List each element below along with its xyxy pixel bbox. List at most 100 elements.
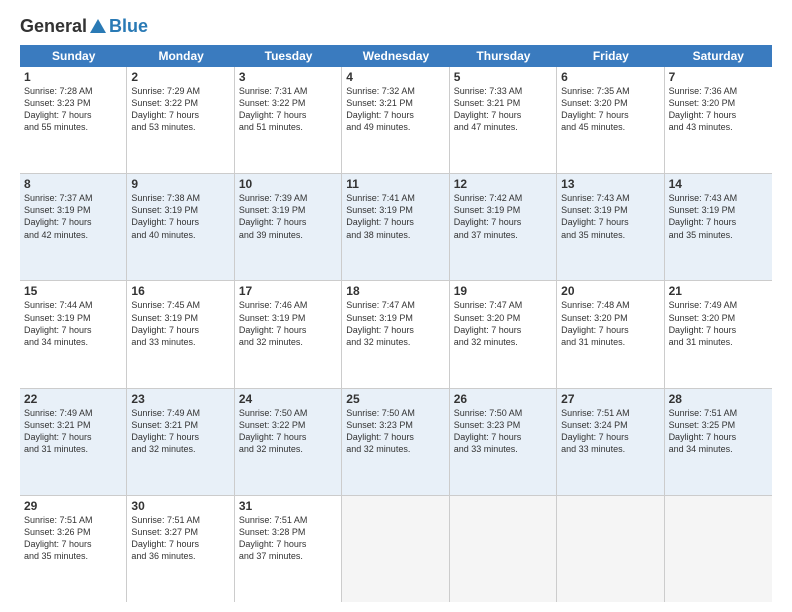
calendar-header: SundayMondayTuesdayWednesdayThursdayFrid… (20, 45, 772, 67)
day-detail: Sunrise: 7:32 AMSunset: 3:21 PMDaylight:… (346, 85, 444, 134)
calendar-row-2: 8Sunrise: 7:37 AMSunset: 3:19 PMDaylight… (20, 174, 772, 281)
empty-cell (342, 496, 449, 602)
logo-blue: Blue (109, 16, 148, 37)
day-detail: Sunrise: 7:31 AMSunset: 3:22 PMDaylight:… (239, 85, 337, 134)
day-cell-10: 10Sunrise: 7:39 AMSunset: 3:19 PMDayligh… (235, 174, 342, 280)
day-cell-15: 15Sunrise: 7:44 AMSunset: 3:19 PMDayligh… (20, 281, 127, 387)
day-detail: Sunrise: 7:51 AMSunset: 3:26 PMDaylight:… (24, 514, 122, 563)
day-cell-27: 27Sunrise: 7:51 AMSunset: 3:24 PMDayligh… (557, 389, 664, 495)
day-cell-1: 1Sunrise: 7:28 AMSunset: 3:23 PMDaylight… (20, 67, 127, 173)
day-number: 31 (239, 499, 337, 513)
day-detail: Sunrise: 7:45 AMSunset: 3:19 PMDaylight:… (131, 299, 229, 348)
day-number: 10 (239, 177, 337, 191)
day-detail: Sunrise: 7:50 AMSunset: 3:23 PMDaylight:… (346, 407, 444, 456)
day-number: 14 (669, 177, 768, 191)
day-number: 21 (669, 284, 768, 298)
page: General Blue SundayMondayTuesdayWednesda… (0, 0, 792, 612)
day-detail: Sunrise: 7:51 AMSunset: 3:24 PMDaylight:… (561, 407, 659, 456)
day-number: 7 (669, 70, 768, 84)
empty-cell (557, 496, 664, 602)
day-detail: Sunrise: 7:48 AMSunset: 3:20 PMDaylight:… (561, 299, 659, 348)
day-cell-23: 23Sunrise: 7:49 AMSunset: 3:21 PMDayligh… (127, 389, 234, 495)
day-detail: Sunrise: 7:51 AMSunset: 3:25 PMDaylight:… (669, 407, 768, 456)
day-number: 19 (454, 284, 552, 298)
day-cell-31: 31Sunrise: 7:51 AMSunset: 3:28 PMDayligh… (235, 496, 342, 602)
day-number: 9 (131, 177, 229, 191)
day-cell-18: 18Sunrise: 7:47 AMSunset: 3:19 PMDayligh… (342, 281, 449, 387)
day-cell-6: 6Sunrise: 7:35 AMSunset: 3:20 PMDaylight… (557, 67, 664, 173)
day-cell-24: 24Sunrise: 7:50 AMSunset: 3:22 PMDayligh… (235, 389, 342, 495)
day-number: 26 (454, 392, 552, 406)
day-detail: Sunrise: 7:46 AMSunset: 3:19 PMDaylight:… (239, 299, 337, 348)
day-cell-19: 19Sunrise: 7:47 AMSunset: 3:20 PMDayligh… (450, 281, 557, 387)
day-detail: Sunrise: 7:29 AMSunset: 3:22 PMDaylight:… (131, 85, 229, 134)
day-cell-17: 17Sunrise: 7:46 AMSunset: 3:19 PMDayligh… (235, 281, 342, 387)
day-number: 23 (131, 392, 229, 406)
calendar-row-1: 1Sunrise: 7:28 AMSunset: 3:23 PMDaylight… (20, 67, 772, 174)
day-number: 18 (346, 284, 444, 298)
day-number: 30 (131, 499, 229, 513)
header-day-friday: Friday (557, 45, 664, 67)
day-detail: Sunrise: 7:28 AMSunset: 3:23 PMDaylight:… (24, 85, 122, 134)
day-number: 11 (346, 177, 444, 191)
day-detail: Sunrise: 7:36 AMSunset: 3:20 PMDaylight:… (669, 85, 768, 134)
day-detail: Sunrise: 7:50 AMSunset: 3:23 PMDaylight:… (454, 407, 552, 456)
day-detail: Sunrise: 7:49 AMSunset: 3:21 PMDaylight:… (24, 407, 122, 456)
day-detail: Sunrise: 7:37 AMSunset: 3:19 PMDaylight:… (24, 192, 122, 241)
day-cell-7: 7Sunrise: 7:36 AMSunset: 3:20 PMDaylight… (665, 67, 772, 173)
day-number: 28 (669, 392, 768, 406)
header-day-saturday: Saturday (665, 45, 772, 67)
calendar-row-5: 29Sunrise: 7:51 AMSunset: 3:26 PMDayligh… (20, 496, 772, 602)
calendar-row-4: 22Sunrise: 7:49 AMSunset: 3:21 PMDayligh… (20, 389, 772, 496)
day-cell-2: 2Sunrise: 7:29 AMSunset: 3:22 PMDaylight… (127, 67, 234, 173)
day-cell-22: 22Sunrise: 7:49 AMSunset: 3:21 PMDayligh… (20, 389, 127, 495)
day-detail: Sunrise: 7:47 AMSunset: 3:20 PMDaylight:… (454, 299, 552, 348)
day-detail: Sunrise: 7:43 AMSunset: 3:19 PMDaylight:… (669, 192, 768, 241)
day-cell-8: 8Sunrise: 7:37 AMSunset: 3:19 PMDaylight… (20, 174, 127, 280)
day-number: 20 (561, 284, 659, 298)
day-number: 12 (454, 177, 552, 191)
day-cell-21: 21Sunrise: 7:49 AMSunset: 3:20 PMDayligh… (665, 281, 772, 387)
day-cell-20: 20Sunrise: 7:48 AMSunset: 3:20 PMDayligh… (557, 281, 664, 387)
day-cell-26: 26Sunrise: 7:50 AMSunset: 3:23 PMDayligh… (450, 389, 557, 495)
calendar-body: 1Sunrise: 7:28 AMSunset: 3:23 PMDaylight… (20, 67, 772, 602)
day-detail: Sunrise: 7:50 AMSunset: 3:22 PMDaylight:… (239, 407, 337, 456)
day-detail: Sunrise: 7:49 AMSunset: 3:20 PMDaylight:… (669, 299, 768, 348)
header-day-sunday: Sunday (20, 45, 127, 67)
day-detail: Sunrise: 7:43 AMSunset: 3:19 PMDaylight:… (561, 192, 659, 241)
day-number: 24 (239, 392, 337, 406)
header-day-tuesday: Tuesday (235, 45, 342, 67)
calendar-row-3: 15Sunrise: 7:44 AMSunset: 3:19 PMDayligh… (20, 281, 772, 388)
day-cell-30: 30Sunrise: 7:51 AMSunset: 3:27 PMDayligh… (127, 496, 234, 602)
day-number: 13 (561, 177, 659, 191)
day-cell-25: 25Sunrise: 7:50 AMSunset: 3:23 PMDayligh… (342, 389, 449, 495)
day-cell-11: 11Sunrise: 7:41 AMSunset: 3:19 PMDayligh… (342, 174, 449, 280)
day-number: 2 (131, 70, 229, 84)
day-detail: Sunrise: 7:39 AMSunset: 3:19 PMDaylight:… (239, 192, 337, 241)
logo-general: General (20, 16, 87, 37)
header: General Blue (20, 16, 772, 37)
day-cell-14: 14Sunrise: 7:43 AMSunset: 3:19 PMDayligh… (665, 174, 772, 280)
calendar: SundayMondayTuesdayWednesdayThursdayFrid… (20, 45, 772, 602)
day-detail: Sunrise: 7:42 AMSunset: 3:19 PMDaylight:… (454, 192, 552, 241)
empty-cell (665, 496, 772, 602)
day-cell-9: 9Sunrise: 7:38 AMSunset: 3:19 PMDaylight… (127, 174, 234, 280)
day-number: 4 (346, 70, 444, 84)
header-day-wednesday: Wednesday (342, 45, 449, 67)
day-detail: Sunrise: 7:47 AMSunset: 3:19 PMDaylight:… (346, 299, 444, 348)
day-detail: Sunrise: 7:35 AMSunset: 3:20 PMDaylight:… (561, 85, 659, 134)
day-cell-13: 13Sunrise: 7:43 AMSunset: 3:19 PMDayligh… (557, 174, 664, 280)
day-cell-16: 16Sunrise: 7:45 AMSunset: 3:19 PMDayligh… (127, 281, 234, 387)
day-detail: Sunrise: 7:44 AMSunset: 3:19 PMDaylight:… (24, 299, 122, 348)
logo: General Blue (20, 16, 148, 37)
day-detail: Sunrise: 7:38 AMSunset: 3:19 PMDaylight:… (131, 192, 229, 241)
day-number: 6 (561, 70, 659, 84)
day-detail: Sunrise: 7:41 AMSunset: 3:19 PMDaylight:… (346, 192, 444, 241)
empty-cell (450, 496, 557, 602)
day-cell-5: 5Sunrise: 7:33 AMSunset: 3:21 PMDaylight… (450, 67, 557, 173)
day-number: 8 (24, 177, 122, 191)
day-cell-3: 3Sunrise: 7:31 AMSunset: 3:22 PMDaylight… (235, 67, 342, 173)
day-number: 16 (131, 284, 229, 298)
day-number: 15 (24, 284, 122, 298)
header-day-monday: Monday (127, 45, 234, 67)
